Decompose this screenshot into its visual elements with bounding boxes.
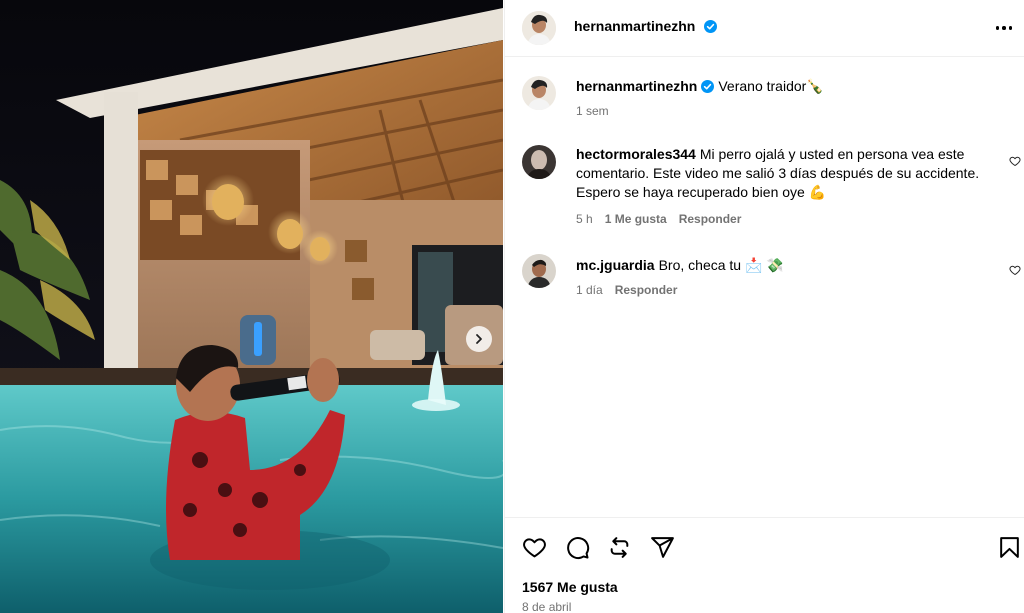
avatar-image (522, 145, 556, 179)
more-dot (1008, 26, 1013, 30)
share-icon[interactable] (650, 535, 675, 560)
author-avatar[interactable] (522, 11, 556, 45)
caption-meta: 1 sem (576, 104, 609, 118)
commenter-avatar[interactable] (522, 145, 556, 179)
commenter-avatar[interactable] (522, 254, 556, 288)
reply-button[interactable]: Responder (615, 283, 678, 297)
reply-button[interactable]: Responder (679, 212, 742, 226)
comment-meta: 5 h 1 Me gusta Responder (576, 212, 741, 226)
comment-like-heart-icon[interactable] (1009, 155, 1021, 167)
avatar-image (522, 76, 556, 110)
comment-likes[interactable]: 1 Me gusta (605, 212, 667, 226)
chevron-right-icon (476, 334, 482, 344)
comment-text: Bro, checa tu 📩 💸 (658, 257, 784, 273)
caption-text: Verano traidor🍾 (718, 78, 824, 94)
comment-text-block: hectormorales344 Mi perro ojalá y usted e… (576, 145, 996, 202)
avatar-image (522, 254, 556, 288)
verified-badge-icon (701, 80, 715, 93)
post-actions: 1567 Me gusta 8 de abril (505, 517, 1024, 613)
comment-time[interactable]: 1 día (576, 283, 603, 297)
author-username[interactable]: hernanmartinezhn (574, 18, 695, 34)
caption-time[interactable]: 1 sem (576, 104, 609, 118)
post-header: hernanmartinezhn (505, 0, 1024, 57)
more-dot (1002, 26, 1006, 30)
caption-username[interactable]: hernanmartinezhn (576, 78, 697, 94)
comment-time[interactable]: 5 h (576, 212, 593, 226)
author-name-row: hernanmartinezhn (574, 18, 717, 36)
comment-username[interactable]: mc.jguardia (576, 257, 655, 273)
comment-username[interactable]: hectormorales344 (576, 146, 696, 162)
comment-text-block: mc.jguardia Bro, checa tu 📩 💸 (576, 256, 784, 275)
post-date: 8 de abril (522, 600, 572, 613)
verified-badge-icon (703, 20, 717, 33)
more-options-button[interactable] (993, 18, 1015, 38)
comment-icon[interactable] (565, 535, 590, 560)
heart-icon[interactable] (522, 535, 547, 560)
bookmark-icon[interactable] (997, 535, 1022, 560)
next-photo-button[interactable] (466, 326, 492, 352)
likes-count[interactable]: 1567 Me gusta (522, 579, 618, 595)
more-options-icon (995, 26, 1000, 30)
post-details-panel: hernanmartinezhn hernanmartinezhn Verano (504, 0, 1024, 613)
avatar-image (522, 11, 556, 45)
comment-meta: 1 día Responder (576, 283, 677, 297)
caption-avatar[interactable] (522, 76, 556, 110)
caption-text-row: hernanmartinezhn Verano traidor🍾 (576, 77, 824, 96)
repost-icon[interactable] (607, 535, 632, 560)
photo-illustration (0, 0, 503, 613)
comment-like-heart-icon[interactable] (1009, 264, 1021, 276)
post-photo (0, 0, 503, 613)
